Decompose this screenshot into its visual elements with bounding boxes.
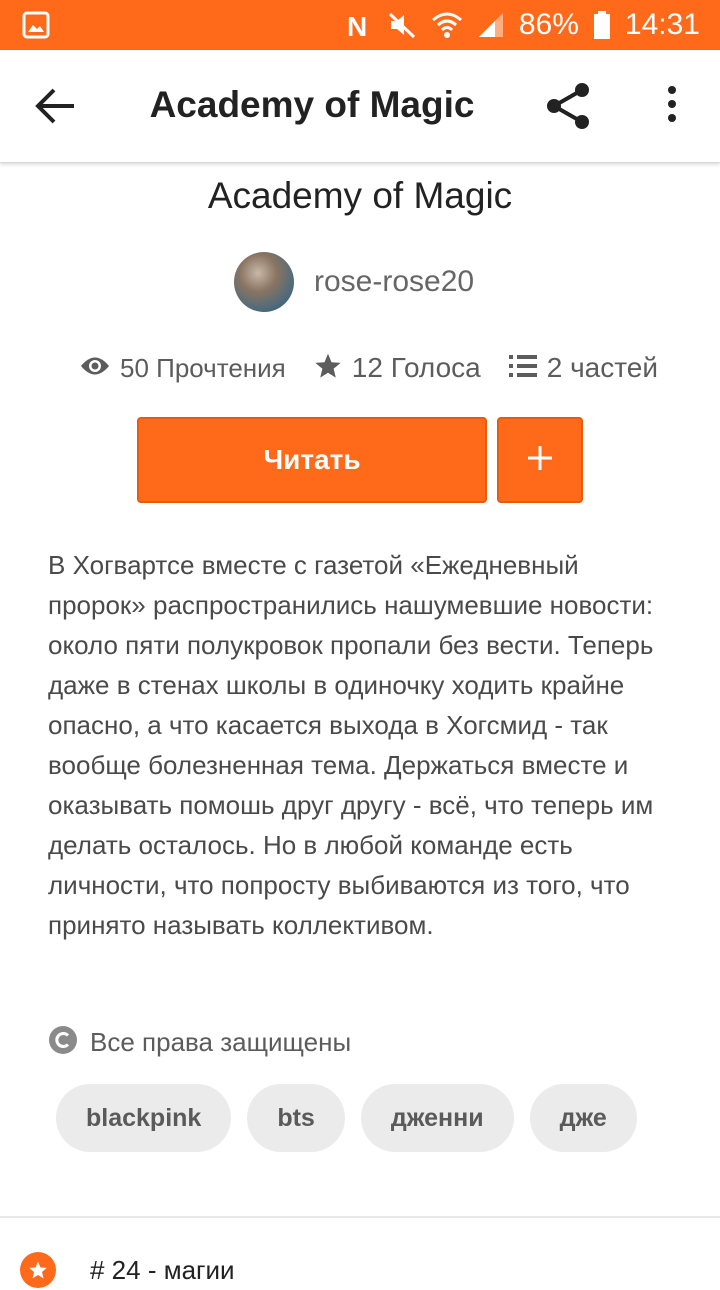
ranking-row[interactable]: # 24 - магии <box>20 1250 235 1290</box>
section-divider <box>0 1216 720 1218</box>
read-button[interactable]: Читать <box>137 417 487 503</box>
app-bar-title: Academy of Magic <box>149 84 475 125</box>
tag-chip[interactable]: blackpink <box>56 1084 232 1152</box>
copyright-notice: Все права защищены <box>48 1024 351 1060</box>
back-arrow-icon[interactable] <box>34 86 78 126</box>
list-icon <box>508 354 537 383</box>
status-bar: N 86% 14:31 <box>0 0 720 50</box>
copyright-label: Все права защищены <box>90 1026 352 1057</box>
nfc-icon: N <box>345 10 373 40</box>
eye-icon <box>80 355 110 382</box>
parts-count: 2 частей <box>546 352 658 383</box>
story-description: В Хогвартсе вместе с газетой «Ежедневный… <box>48 550 654 940</box>
svg-text:N: N <box>347 11 367 40</box>
reads-count: 50 Прочтения <box>120 352 286 383</box>
ranking-star-icon <box>20 1252 56 1288</box>
image-notification-icon <box>22 11 50 39</box>
story-title: Academy of Magic <box>207 175 513 216</box>
status-icons: N 86% 14:31 <box>345 0 700 50</box>
ranking-label[interactable]: # 24 - магии <box>90 1255 235 1286</box>
battery-percent: 86% <box>518 8 579 41</box>
add-to-library-button[interactable] <box>497 417 583 503</box>
tag-chip[interactable]: bts <box>247 1084 345 1152</box>
tag-chip[interactable]: дженни <box>360 1084 514 1152</box>
app-bar: Academy of Magic <box>0 50 720 163</box>
wifi-icon <box>431 10 463 40</box>
mute-icon <box>387 10 417 40</box>
share-icon[interactable] <box>542 80 594 137</box>
votes-count: 12 Голоса <box>351 352 481 383</box>
reads-stat: 50 Прочтения <box>80 353 286 384</box>
clock: 14:31 <box>624 8 700 41</box>
copyright-icon <box>48 1025 78 1060</box>
avatar[interactable] <box>234 252 294 312</box>
author-name[interactable]: rose-rose20 <box>314 265 474 299</box>
tag-chip[interactable]: дже <box>529 1084 637 1152</box>
parts-stat: 2 частей <box>508 352 658 384</box>
signal-icon <box>477 11 505 39</box>
story-stats: 50 Прочтения 12 Голоса 2 частей <box>80 348 686 388</box>
tag-list: blackpink bts дженни дже <box>56 1084 688 1152</box>
star-icon <box>314 352 342 385</box>
more-vert-icon[interactable] <box>662 84 682 129</box>
battery-icon <box>593 10 611 40</box>
author-link[interactable]: rose-rose20 <box>234 252 474 312</box>
plus-icon <box>526 444 554 477</box>
votes-stat: 12 Голоса <box>314 352 481 385</box>
